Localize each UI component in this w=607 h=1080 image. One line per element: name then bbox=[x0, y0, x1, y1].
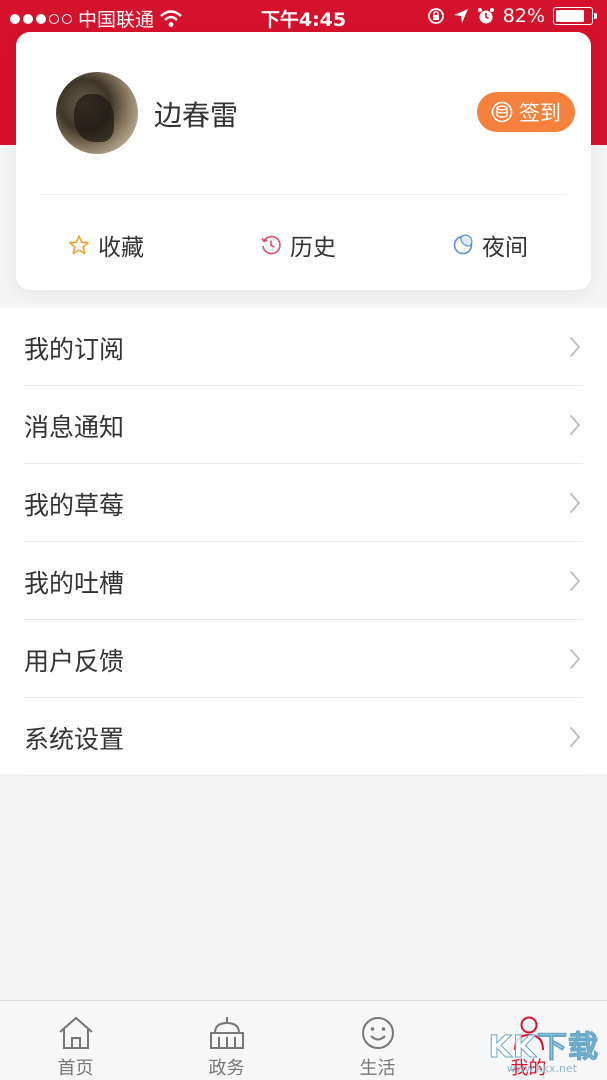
card-divider bbox=[40, 194, 567, 195]
watermark-logo: KK下载 bbox=[488, 1030, 599, 1066]
menu-item-strawberries[interactable]: 我的草莓 bbox=[24, 464, 583, 542]
history-button[interactable]: 历史 bbox=[260, 228, 336, 262]
menu-item-feedback[interactable]: 用户反馈 bbox=[24, 620, 583, 698]
chevron-right-icon bbox=[569, 336, 581, 358]
battery-percent: 82% bbox=[502, 5, 545, 27]
menu-item-comments[interactable]: 我的吐槽 bbox=[24, 542, 583, 620]
menu-item-subscriptions[interactable]: 我的订阅 bbox=[24, 308, 583, 386]
status-right: 82% bbox=[427, 5, 597, 27]
settings-menu: 我的订阅 消息通知 我的草莓 我的吐槽 用户反馈 系统设置 bbox=[0, 308, 607, 776]
status-bar: 中国联通 下午4:45 82% bbox=[0, 0, 607, 34]
tab-label: 生活 bbox=[359, 1058, 396, 1079]
menu-item-label: 消息通知 bbox=[24, 413, 125, 442]
night-label: 夜间 bbox=[482, 235, 528, 261]
menu-item-label: 系统设置 bbox=[24, 725, 125, 754]
government-icon bbox=[210, 1017, 244, 1049]
tab-government[interactable]: 政务 bbox=[151, 1001, 302, 1080]
moon-icon bbox=[453, 234, 473, 255]
favorites-button[interactable]: 收藏 bbox=[68, 228, 144, 262]
battery-icon bbox=[553, 7, 597, 25]
smile-icon bbox=[362, 1017, 394, 1049]
chevron-right-icon bbox=[569, 570, 581, 592]
alarm-icon bbox=[477, 8, 494, 24]
signin-button[interactable]: 签到 bbox=[477, 92, 575, 132]
tab-label: 首页 bbox=[57, 1058, 94, 1079]
chevron-right-icon bbox=[569, 414, 581, 436]
signin-label: 签到 bbox=[519, 101, 561, 125]
star-icon bbox=[69, 235, 89, 255]
tab-label: 政务 bbox=[208, 1058, 245, 1079]
avatar[interactable] bbox=[56, 72, 138, 154]
menu-item-label: 用户反馈 bbox=[24, 647, 125, 676]
home-icon bbox=[59, 1016, 93, 1049]
chevron-right-icon bbox=[569, 492, 581, 514]
orientation-lock-icon bbox=[427, 8, 444, 24]
chevron-right-icon bbox=[569, 648, 581, 670]
location-icon bbox=[453, 9, 468, 23]
menu-item-label: 我的草莓 bbox=[24, 491, 125, 520]
menu-item-notifications[interactable]: 消息通知 bbox=[24, 386, 583, 464]
tab-home[interactable]: 首页 bbox=[0, 1001, 151, 1080]
coins-icon bbox=[491, 101, 513, 123]
tab-life[interactable]: 生活 bbox=[302, 1001, 453, 1080]
watermark-url: www.kkx.net bbox=[506, 1062, 577, 1075]
night-mode-button[interactable]: 夜间 bbox=[452, 228, 528, 262]
chevron-right-icon bbox=[569, 726, 581, 748]
favorites-label: 收藏 bbox=[98, 235, 144, 261]
profile-card: 边春雷 签到 收藏 历史 夜间 bbox=[16, 32, 591, 290]
username[interactable]: 边春雷 bbox=[154, 94, 238, 134]
menu-item-label: 我的吐槽 bbox=[24, 569, 125, 598]
history-label: 历史 bbox=[290, 235, 336, 261]
menu-item-settings[interactable]: 系统设置 bbox=[24, 698, 583, 776]
menu-item-label: 我的订阅 bbox=[24, 335, 125, 364]
clock-icon bbox=[261, 235, 281, 255]
battery-fill bbox=[556, 10, 584, 22]
